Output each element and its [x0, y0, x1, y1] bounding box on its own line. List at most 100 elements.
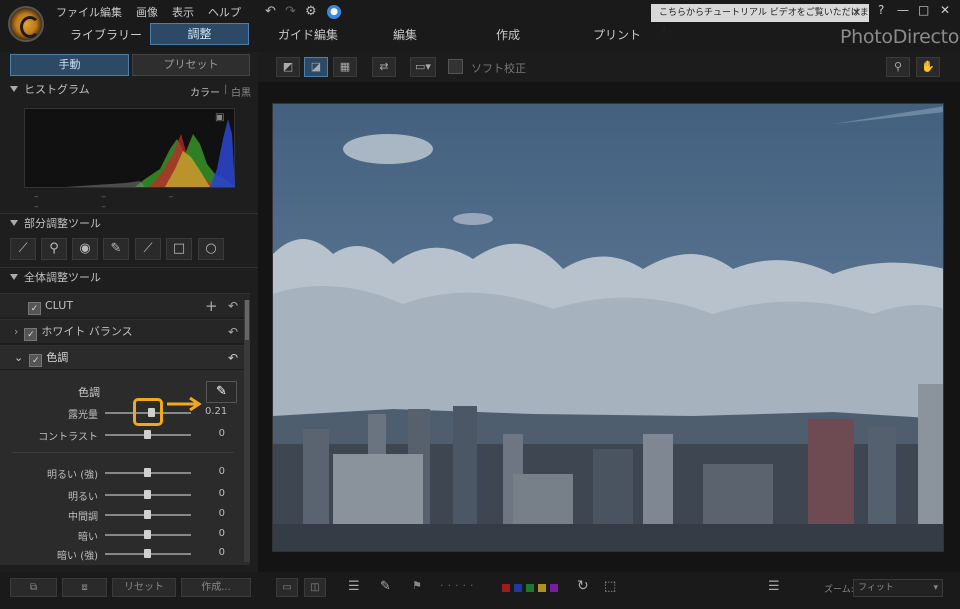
color-label-red[interactable] [502, 584, 510, 592]
single-view-icon[interactable]: ▭ [276, 578, 298, 597]
minimize-button[interactable]: — [897, 3, 909, 17]
slider-thumb[interactable] [144, 549, 151, 558]
collapse-arrow-icon [10, 86, 18, 92]
tab-print[interactable]: プリント [593, 26, 641, 43]
checkbox-icon[interactable]: ✓ [29, 354, 43, 367]
notification-icon[interactable]: ● [327, 5, 341, 19]
sort-icon[interactable]: ☰ [348, 579, 360, 594]
zoom-label: ズーム: [824, 585, 854, 595]
color-label-yellow[interactable] [538, 584, 546, 592]
rotate-icon[interactable]: ↻ [577, 578, 589, 594]
city-photo [273, 104, 943, 551]
row-tone[interactable]: ⌄ ✓ 色調 ↶ [0, 345, 250, 369]
slider-label: 中間調 [68, 512, 98, 523]
grid-view-icon[interactable]: ▦ [333, 57, 357, 77]
menu-file[interactable]: ファイル [56, 4, 100, 20]
histogram-corner-icon[interactable]: ▣ [215, 112, 224, 123]
crop-view-icon[interactable]: ⬚ [604, 579, 616, 594]
zoom-tool-icon[interactable]: ⚲ [886, 57, 910, 77]
create-button[interactable]: 作成... [181, 578, 251, 597]
slider-thumb[interactable] [144, 430, 151, 439]
slider-thumb[interactable] [144, 468, 151, 477]
zoom-select[interactable]: フィット ▾ [853, 579, 943, 597]
histogram-separator: | [224, 84, 228, 95]
menu-help[interactable]: ヘルプ [208, 4, 241, 20]
tip-close-button[interactable]: ✕ [852, 4, 868, 22]
compare-view-icon[interactable]: ◫ [304, 578, 326, 597]
histogram-ticks: – – – – – [34, 192, 204, 212]
menu-list-icon[interactable]: ☰ [768, 579, 780, 594]
soft-proof-checkbox[interactable] [448, 59, 463, 74]
auto-tone-pin-button[interactable]: ✎ [206, 381, 237, 403]
row-white-balance[interactable]: › ✓ ホワイト バランス ↶ [0, 319, 250, 343]
color-label-blue[interactable] [514, 584, 522, 592]
tab-guided-edit[interactable]: ガイド編集 [278, 26, 338, 43]
histogram-graph: ▣ [24, 108, 235, 188]
global-tools-header[interactable]: 全体調整ツール [0, 267, 258, 287]
color-label-green[interactable] [526, 584, 534, 592]
tab-adjust[interactable]: 調整 [150, 23, 249, 45]
slider-thumb[interactable] [144, 510, 151, 519]
slider-thumb[interactable] [144, 530, 151, 539]
flag-icon[interactable]: ⚑ [412, 579, 422, 592]
add-icon[interactable]: + [205, 294, 218, 318]
slider-value: 0 [218, 547, 225, 558]
photo-view-icon[interactable]: ◪ [304, 57, 328, 77]
crop-tool-icon[interactable]: ⟋ [10, 238, 36, 260]
color-label-purple[interactable] [550, 584, 558, 592]
checkbox-icon[interactable]: ✓ [28, 302, 41, 315]
local-tools-header[interactable]: 部分調整ツール [0, 213, 258, 233]
slider-value: 0 [218, 428, 225, 439]
menu-view[interactable]: 表示 [172, 4, 194, 20]
histogram-color-option[interactable]: カラー [190, 84, 220, 99]
histogram-mono-option[interactable]: 白黒 [231, 84, 251, 99]
snapshot-icon[interactable]: ⧉ [10, 578, 57, 597]
radial-mask-icon[interactable]: ○ [198, 238, 224, 260]
local-tools-title: 部分調整ツール [24, 217, 101, 230]
reset-button[interactable]: リセット [112, 578, 176, 597]
reset-icon[interactable]: ↶ [228, 346, 238, 370]
rating-dots[interactable]: ····· [440, 579, 477, 592]
maximize-button[interactable]: □ [918, 3, 929, 17]
slider-value: 0 [218, 508, 225, 519]
hand-tool-icon[interactable]: ✋ [916, 57, 940, 77]
menu-image[interactable]: 画像 [136, 4, 158, 20]
histogram-title: ヒストグラム [24, 83, 90, 96]
tab-library[interactable]: ライブラリー [70, 26, 142, 43]
gradient-brush-icon[interactable]: ⟋ [135, 238, 161, 260]
white-balance-label: ホワイト バランス [41, 325, 133, 338]
undo-icon[interactable]: ↶ [265, 4, 276, 19]
histogram-view-icon[interactable]: ◩ [276, 57, 300, 77]
monitor-icon[interactable]: ▭▾ [410, 57, 436, 77]
edit-pen-icon[interactable]: ✎ [380, 579, 391, 594]
red-eye-icon[interactable]: ◉ [72, 238, 98, 260]
gear-icon[interactable]: ⚙ [305, 4, 317, 19]
copy-settings-icon[interactable]: ⧈ [62, 578, 107, 597]
slider-value: 0 [218, 528, 225, 539]
slider-thumb[interactable] [144, 490, 151, 499]
tab-edit[interactable]: 編集 [393, 26, 417, 43]
brush-icon[interactable]: ✎ [103, 238, 129, 260]
reset-icon[interactable]: ↶ [228, 294, 238, 318]
tab-create[interactable]: 作成 [496, 26, 520, 43]
tab-preset[interactable]: プリセット [132, 54, 250, 76]
spot-removal-icon[interactable]: ⚲ [41, 238, 67, 260]
close-button[interactable]: ✕ [940, 3, 950, 17]
redo-icon[interactable]: ↷ [285, 4, 296, 19]
left-scrollbar-thumb[interactable] [245, 300, 249, 340]
swap-view-icon[interactable]: ⇄ [372, 57, 396, 77]
help-button[interactable]: ? [878, 3, 884, 17]
tutorial-tip[interactable]: こちらからチュートリアル ビデオをご覧いただけます。 [651, 4, 869, 36]
collapse-chevron-icon[interactable]: ⌄ [14, 351, 23, 364]
menu-edit[interactable]: 編集 [100, 4, 122, 20]
collapse-arrow-icon [10, 274, 18, 280]
brand-name: PhotoDirector [840, 26, 960, 48]
tab-manual[interactable]: 手動 [10, 54, 129, 76]
reset-icon[interactable]: ↶ [228, 320, 238, 344]
photo-preview[interactable] [272, 103, 944, 552]
histogram-svg [65, 119, 235, 187]
square-mask-icon[interactable]: □ [166, 238, 192, 260]
expand-arrow-icon[interactable]: › [14, 325, 18, 338]
checkbox-icon[interactable]: ✓ [24, 328, 38, 341]
row-clut[interactable]: ✓ CLUT + ↶ [0, 293, 250, 317]
